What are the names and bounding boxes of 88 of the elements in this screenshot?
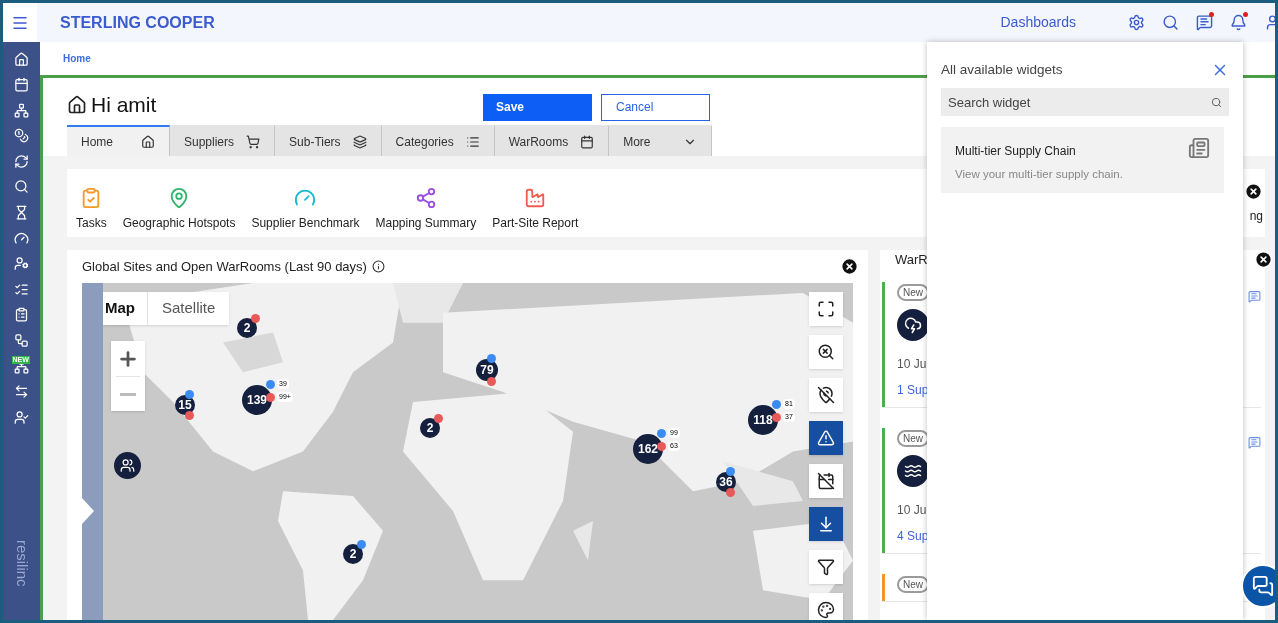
pin-off-icon [817,386,835,404]
quick-link[interactable]: Mapping Summary [374,186,478,232]
info-icon [371,260,385,273]
map-tool-button[interactable] [809,593,843,620]
close-icon[interactable] [840,257,859,276]
cart-icon [246,134,261,149]
comment-icon[interactable] [1248,435,1261,449]
widget-card[interactable]: Multi-tier Supply Chain View your multi-tier supply chain. [941,127,1224,194]
quick-link[interactable]: Part-Site Report [491,186,580,232]
header-icon-button[interactable] [1196,14,1213,31]
map-tool-button[interactable] [809,550,843,584]
brand-name: STERLING COOPER [60,12,215,33]
refresh-icon [14,153,29,169]
newspaper-icon [1188,137,1210,160]
people-icon [120,458,135,473]
widget-description: View your multi-tier supply chain. [955,167,1124,183]
header-icon-button[interactable] [1128,14,1145,31]
message-icon [1196,14,1213,31]
home-icon [14,51,29,67]
panel-title: All available widgets [941,61,1063,79]
widget-title: WarR [895,251,928,269]
coins-icon [14,128,29,144]
header-icon-button[interactable] [1162,14,1179,31]
tab[interactable]: Sub-Tiers [275,125,382,156]
workflow-icon [14,333,29,349]
warroom-date: 10 Ju [897,501,928,519]
palette-icon [817,601,835,619]
quick-link[interactable]: Supplier Benchmark [250,186,361,232]
user-check-icon [14,409,29,425]
map-tool-button[interactable] [809,507,843,541]
close-icon[interactable] [1254,250,1273,270]
list-icon [465,134,480,149]
layers-icon [352,134,367,149]
map-type-tab[interactable]: Satellite [148,292,230,325]
breadcrumb-link[interactable]: Home [63,51,91,66]
calendar-off-icon [817,472,835,490]
widget-title: Global Sites and Open WarRooms (Last 90 days) [82,257,367,276]
calendar-icon [14,77,29,93]
caret-icon [82,498,94,524]
greeting: Hi amit [91,92,157,119]
tab[interactable]: More [609,125,713,156]
user-settings-icon [14,256,29,272]
map-tool-button[interactable] [809,421,843,455]
transfer-icon [14,384,29,400]
widget-name: Multi-tier Supply Chain [955,143,1077,161]
hierarchy-icon [14,102,29,118]
quick-link-label: ng [1249,207,1263,225]
settings-icon [1128,14,1145,31]
map-tool-button[interactable] [809,335,843,369]
fullscreen-icon [817,300,835,318]
warning-icon [817,429,835,447]
tab[interactable]: WarRooms [494,125,610,156]
map-type-tab[interactable]: Map [103,292,148,325]
save-button[interactable]: Save [483,93,592,121]
sidebar-logo: resilinc [12,539,32,587]
home-icon [141,134,155,149]
home-icon [67,95,87,115]
close-icon[interactable] [1244,181,1263,201]
tab[interactable]: Categories [381,125,495,156]
search-field[interactable]: Search widget [941,88,1229,117]
tab[interactable]: Suppliers [170,125,276,156]
map-tool-button[interactable] [809,292,843,326]
search-icon [1211,97,1222,109]
warroom-date: 10 Ju [897,355,928,373]
notification-bell-icon [1230,14,1247,31]
cancel-button[interactable]: Cancel [601,93,710,121]
quick-link[interactable]: Geographic Hotspots [121,186,237,232]
side-panel-handle[interactable] [82,283,103,620]
gauge-icon [14,230,29,246]
dashboards-link[interactable]: Dashboards [1000,12,1076,33]
quick-link[interactable]: Tasks [75,186,108,232]
minus-icon [120,392,136,396]
search-icon [1162,14,1179,31]
map-tool-button[interactable] [809,464,843,498]
chat-icon [1252,575,1274,597]
crossed-search-icon [817,343,835,361]
checklist-icon [14,281,29,297]
storm-icon [904,315,922,334]
hourglass-icon [14,205,29,221]
filter-icon [817,558,835,576]
clipboard-icon [14,307,29,323]
header-icon-button[interactable] [1230,14,1247,31]
tab[interactable]: Home [67,125,170,156]
comment-icon[interactable] [1248,289,1261,303]
search-icon [14,179,29,195]
menu-button[interactable] [3,3,37,42]
calendar-icon [580,134,595,149]
map-tool-button[interactable] [809,378,843,412]
